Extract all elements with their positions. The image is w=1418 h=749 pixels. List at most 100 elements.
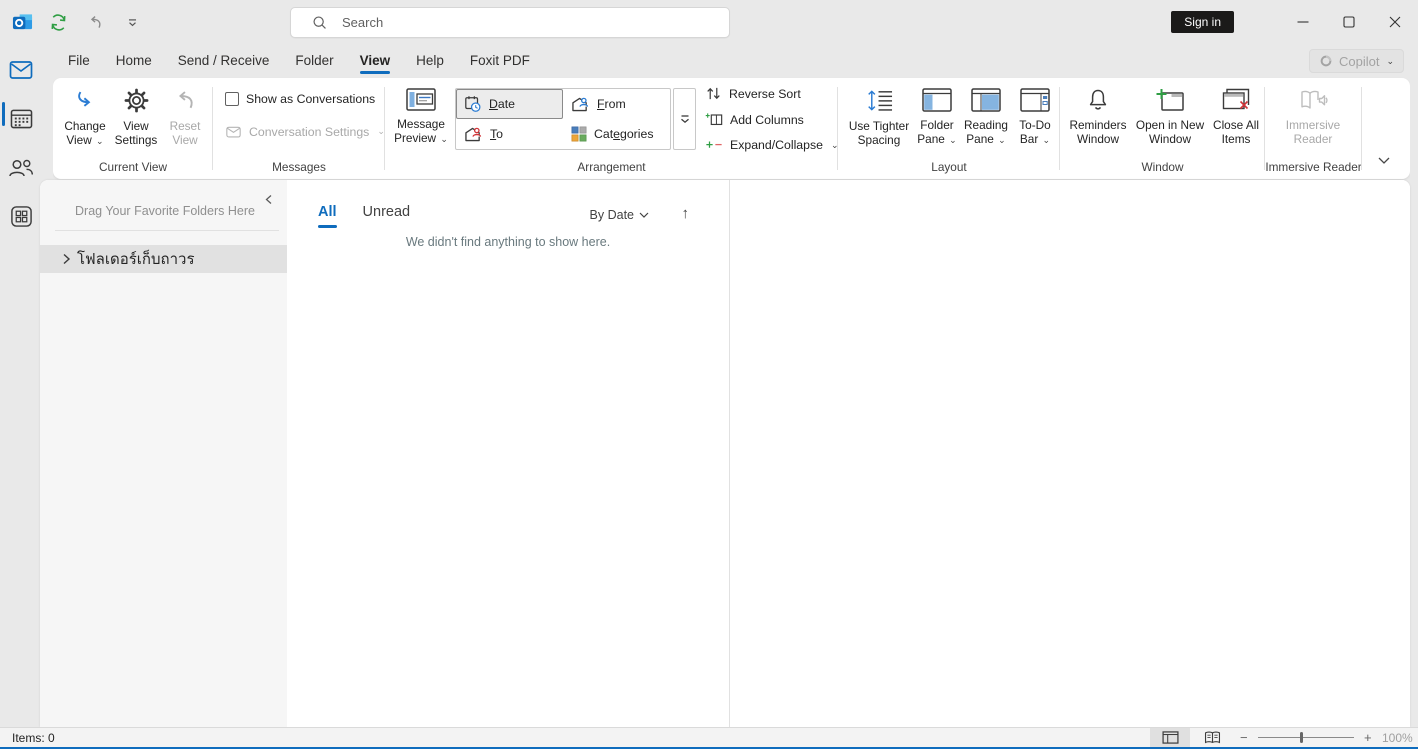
apps-grid-icon <box>10 205 33 228</box>
change-view-icon <box>72 87 99 114</box>
filter-tab-unread[interactable]: Unread <box>363 204 411 228</box>
use-tighter-spacing-button[interactable]: Use Tighter Spacing <box>844 78 914 150</box>
reading-view-button[interactable] <box>1192 728 1232 747</box>
conversation-settings-button[interactable]: Conversation Settings ⌄ <box>225 124 385 139</box>
arrange-by-from[interactable]: From <box>563 89 670 119</box>
ribbon: Change View ⌄ View Settings Reset View C… <box>53 78 1410 179</box>
immersive-reader-icon <box>1298 87 1328 113</box>
from-icon <box>571 96 590 113</box>
open-in-new-window-button[interactable]: Open in New Window <box>1132 78 1208 150</box>
outlook-logo-icon <box>12 12 33 33</box>
sign-in-button[interactable]: Sign in <box>1171 11 1234 33</box>
expand-collapse-button[interactable]: Expand/Collapse ⌄ <box>705 138 839 152</box>
search-input[interactable] <box>342 15 702 30</box>
tab-foxit-pdf[interactable]: Foxit PDF <box>457 46 543 77</box>
close-all-items-button[interactable]: Close All Items <box>1208 78 1264 150</box>
show-as-conversations-checkbox-row[interactable]: Show as Conversations <box>225 92 375 106</box>
from-label: From <box>597 97 626 111</box>
nav-apps-button[interactable] <box>7 202 35 230</box>
maximize-button[interactable] <box>1326 0 1372 44</box>
reading-view-icon <box>1204 731 1221 744</box>
reset-view-button[interactable]: Reset View <box>161 78 209 150</box>
copilot-button[interactable]: Copilot ⌄ <box>1309 49 1404 73</box>
arrange-by-date[interactable]: Date <box>456 89 563 119</box>
tab-view[interactable]: View <box>347 46 404 77</box>
zoom-slider-thumb[interactable] <box>1300 732 1303 743</box>
message-preview-button[interactable]: Message Preview ⌄ <box>391 78 451 150</box>
reading-pane-button[interactable]: Reading Pane ⌄ <box>960 78 1012 150</box>
tab-home[interactable]: Home <box>103 46 165 77</box>
add-columns-button[interactable]: Add Columns <box>705 112 839 127</box>
nav-people-button[interactable] <box>7 154 35 182</box>
sort-by-label: By Date <box>590 208 634 222</box>
close-button[interactable] <box>1372 0 1418 44</box>
folder-pane-icon <box>922 87 952 113</box>
search-bar[interactable] <box>290 7 730 38</box>
todo-bar-icon <box>1020 87 1050 113</box>
zoom-out-button[interactable]: − <box>1240 730 1248 745</box>
chevron-down-icon <box>639 212 649 218</box>
view-settings-button[interactable]: View Settings <box>111 78 161 150</box>
reading-pane-icon <box>971 87 1001 113</box>
search-icon <box>311 14 328 31</box>
immersive-reader-button[interactable]: Immersive Reader <box>1280 78 1346 150</box>
tab-help[interactable]: Help <box>403 46 457 77</box>
open-new-window-icon <box>1155 87 1185 113</box>
folder-pane-button[interactable]: Folder Pane ⌄ <box>914 78 960 150</box>
ribbon-group-layout: Use Tighter Spacing Folder Pane ⌄ Readin… <box>838 78 1060 179</box>
mail-icon <box>9 60 33 80</box>
zoom-in-button[interactable]: + <box>1364 730 1372 745</box>
sort-direction-button[interactable]: ↑ <box>682 205 690 222</box>
send-receive-refresh-button[interactable] <box>46 10 70 34</box>
active-module-indicator <box>2 102 5 126</box>
conversation-settings-icon <box>225 124 242 139</box>
sort-by-dropdown[interactable]: By Date <box>590 208 649 222</box>
nav-calendar-button[interactable] <box>7 104 35 132</box>
use-tighter-spacing-label: Use Tighter Spacing <box>844 119 914 147</box>
chevron-down-icon: ⌄ <box>96 136 104 146</box>
tighter-spacing-icon <box>865 87 894 114</box>
group-label-arrangement: Arrangement <box>385 160 838 174</box>
reset-view-label: Reset View <box>161 119 209 147</box>
arrange-by-categories[interactable]: Categories <box>563 119 670 149</box>
title-bar-controls: Sign in <box>1171 0 1418 44</box>
tab-folder[interactable]: Folder <box>282 46 346 77</box>
filter-tab-all[interactable]: All <box>318 204 337 228</box>
collapse-folder-pane-button[interactable] <box>259 190 277 208</box>
checkbox[interactable] <box>225 92 239 106</box>
gallery-more-button[interactable] <box>673 88 696 150</box>
conversation-settings-label: Conversation Settings <box>249 125 369 139</box>
reminders-window-button[interactable]: Reminders Window <box>1064 78 1132 150</box>
folder-archive-row[interactable]: โฟลเดอร์เก็บถาวร <box>40 245 287 273</box>
normal-view-button[interactable] <box>1150 728 1190 747</box>
customize-quick-access-icon[interactable] <box>120 10 144 34</box>
group-separator <box>1361 87 1362 170</box>
empty-list-message: We didn't find anything to show here. <box>287 235 729 249</box>
change-view-button[interactable]: Change View ⌄ <box>59 78 111 150</box>
collapse-ribbon-button[interactable] <box>1370 149 1398 171</box>
zoom-level[interactable]: 100% <box>1382 731 1413 745</box>
zoom-slider-track[interactable] <box>1258 737 1354 738</box>
arrange-by-to[interactable]: To <box>456 119 563 149</box>
ribbon-tabs: File Home Send / Receive Folder View Hel… <box>55 46 543 77</box>
expand-chevron-icon[interactable] <box>62 253 71 265</box>
reverse-sort-button[interactable]: Reverse Sort <box>705 86 839 101</box>
reset-view-icon <box>172 87 199 114</box>
ribbon-group-arrangement: Message Preview ⌄ Date From <box>385 78 838 179</box>
add-columns-icon <box>705 112 723 127</box>
reverse-sort-icon <box>705 86 722 101</box>
todo-bar-button[interactable]: To-Do Bar ⌄ <box>1012 78 1058 150</box>
group-label-window: Window <box>1060 160 1265 174</box>
tab-file[interactable]: File <box>55 46 103 77</box>
reverse-sort-label: Reverse Sort <box>729 87 801 101</box>
main-content-panel: Drag Your Favorite Folders Here โฟลเดอร์… <box>40 180 1410 727</box>
nav-mail-button[interactable] <box>7 56 35 84</box>
expand-collapse-label: Expand/Collapse <box>730 138 823 152</box>
tab-send-receive[interactable]: Send / Receive <box>165 46 283 77</box>
copilot-icon <box>1319 54 1333 68</box>
minimize-button[interactable] <box>1280 0 1326 44</box>
status-bar: Items: 0 − + 100% <box>0 727 1418 747</box>
gear-icon <box>123 87 150 114</box>
group-label-messages: Messages <box>213 160 385 174</box>
undo-button[interactable] <box>83 10 107 34</box>
